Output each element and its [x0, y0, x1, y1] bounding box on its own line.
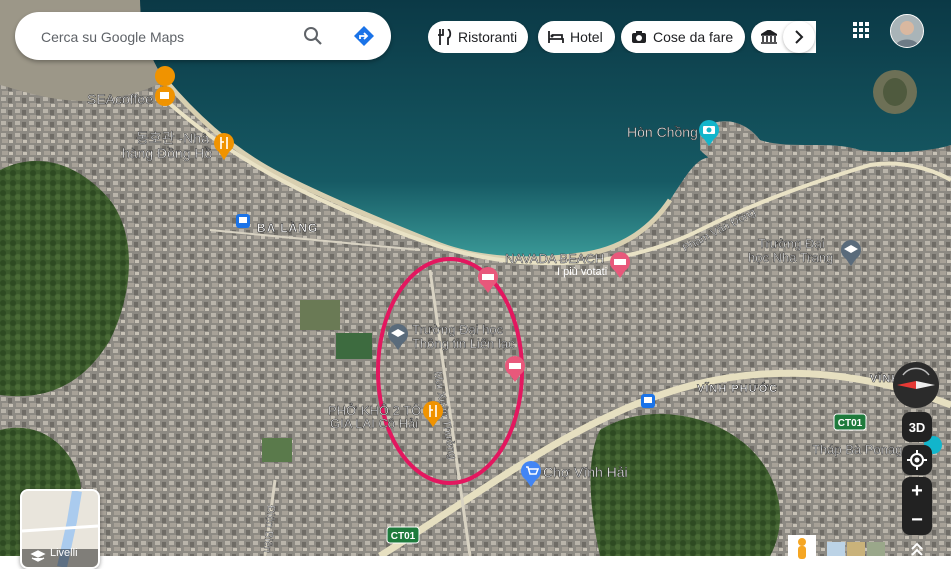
directions-icon[interactable] [352, 24, 376, 48]
restaurant-icon [423, 401, 443, 421]
chevron-right-icon [795, 30, 804, 44]
zoom-in-button[interactable]: + [902, 477, 932, 506]
search-input[interactable] [39, 24, 293, 50]
layers-label: Livelli [50, 547, 78, 559]
poi-label: 동호관 -Nhà [136, 130, 209, 146]
chips-next-button[interactable] [783, 21, 815, 53]
imagery-thumbnail[interactable] [827, 542, 845, 556]
chip-hotel[interactable]: Hotel [538, 21, 615, 53]
district-label: BA LÀNG [257, 220, 318, 235]
apps-grid-icon[interactable] [846, 15, 876, 45]
bus-stop-icon[interactable] [641, 394, 655, 408]
layers-button[interactable]: Livelli [20, 489, 100, 569]
compass-button[interactable] [893, 362, 939, 408]
poi-label: NAVADA BEACH [505, 251, 604, 266]
bus-stop-icon[interactable] [236, 214, 250, 228]
imagery-thumbnails [822, 540, 892, 556]
road-shield-label: CT01 [391, 531, 416, 542]
poi-label: học Nha Trang [748, 250, 833, 265]
district-label: VĨNH PHƯỚC [697, 382, 778, 395]
camera-icon [632, 31, 646, 43]
my-location-button[interactable] [902, 445, 932, 475]
3d-toggle-button[interactable]: 3D [902, 412, 932, 442]
poi-sublabel: I più votati [557, 266, 607, 278]
chip-label: Hotel [570, 29, 603, 45]
search-box[interactable] [15, 12, 391, 60]
chip-label: Cose da fare [653, 29, 734, 45]
poi-label: Trường Đại học [412, 322, 504, 337]
zoom-out-button[interactable]: − [902, 506, 932, 535]
chip-ristoranti[interactable]: Ristoranti [428, 21, 528, 53]
compass-icon [897, 367, 935, 389]
hotel-icon [548, 31, 564, 43]
museum-icon [761, 30, 777, 44]
poi-label: Tháp Bà Ponagar [812, 442, 915, 457]
poi-label: Trường Đại [758, 236, 825, 251]
chip-label: Ristoranti [458, 29, 518, 45]
poi-label: SEAcoffee [87, 91, 153, 107]
road-shield-ct01: CT01 [833, 413, 867, 431]
pegman-icon [798, 538, 806, 559]
poi-label: hàng Đồng Hồ [122, 145, 213, 161]
expand-chevron-icon[interactable] [905, 540, 929, 556]
poi-label: Chợ Vĩnh Hải [543, 464, 628, 480]
restaurant-icon [438, 29, 452, 45]
road-shield-label: CT01 [838, 418, 863, 429]
search-icon[interactable] [301, 24, 325, 48]
poi-label: Thông tin Liên lạc [412, 336, 515, 351]
zoom-controls: + − [902, 477, 932, 535]
poi-label: GIA LAI Cô Hải [330, 416, 418, 431]
imagery-thumbnail[interactable] [847, 542, 865, 556]
avatar[interactable] [890, 14, 924, 48]
satellite-map[interactable]: CT01 CT01 Phạm Văn Đồng Mai Xuân Thưởng … [0, 0, 951, 556]
poi-label: Hòn Chồng [627, 124, 698, 140]
restaurant-icon [214, 133, 234, 153]
category-chips: Ristoranti Hotel Cose da fare M [428, 21, 816, 53]
location-target-icon [907, 450, 927, 470]
chip-cose-da-fare[interactable]: Cose da fare [621, 21, 745, 53]
pegman-button[interactable] [788, 535, 816, 559]
road-shield-ct01: CT01 [386, 526, 420, 544]
imagery-thumbnail[interactable] [867, 542, 885, 556]
